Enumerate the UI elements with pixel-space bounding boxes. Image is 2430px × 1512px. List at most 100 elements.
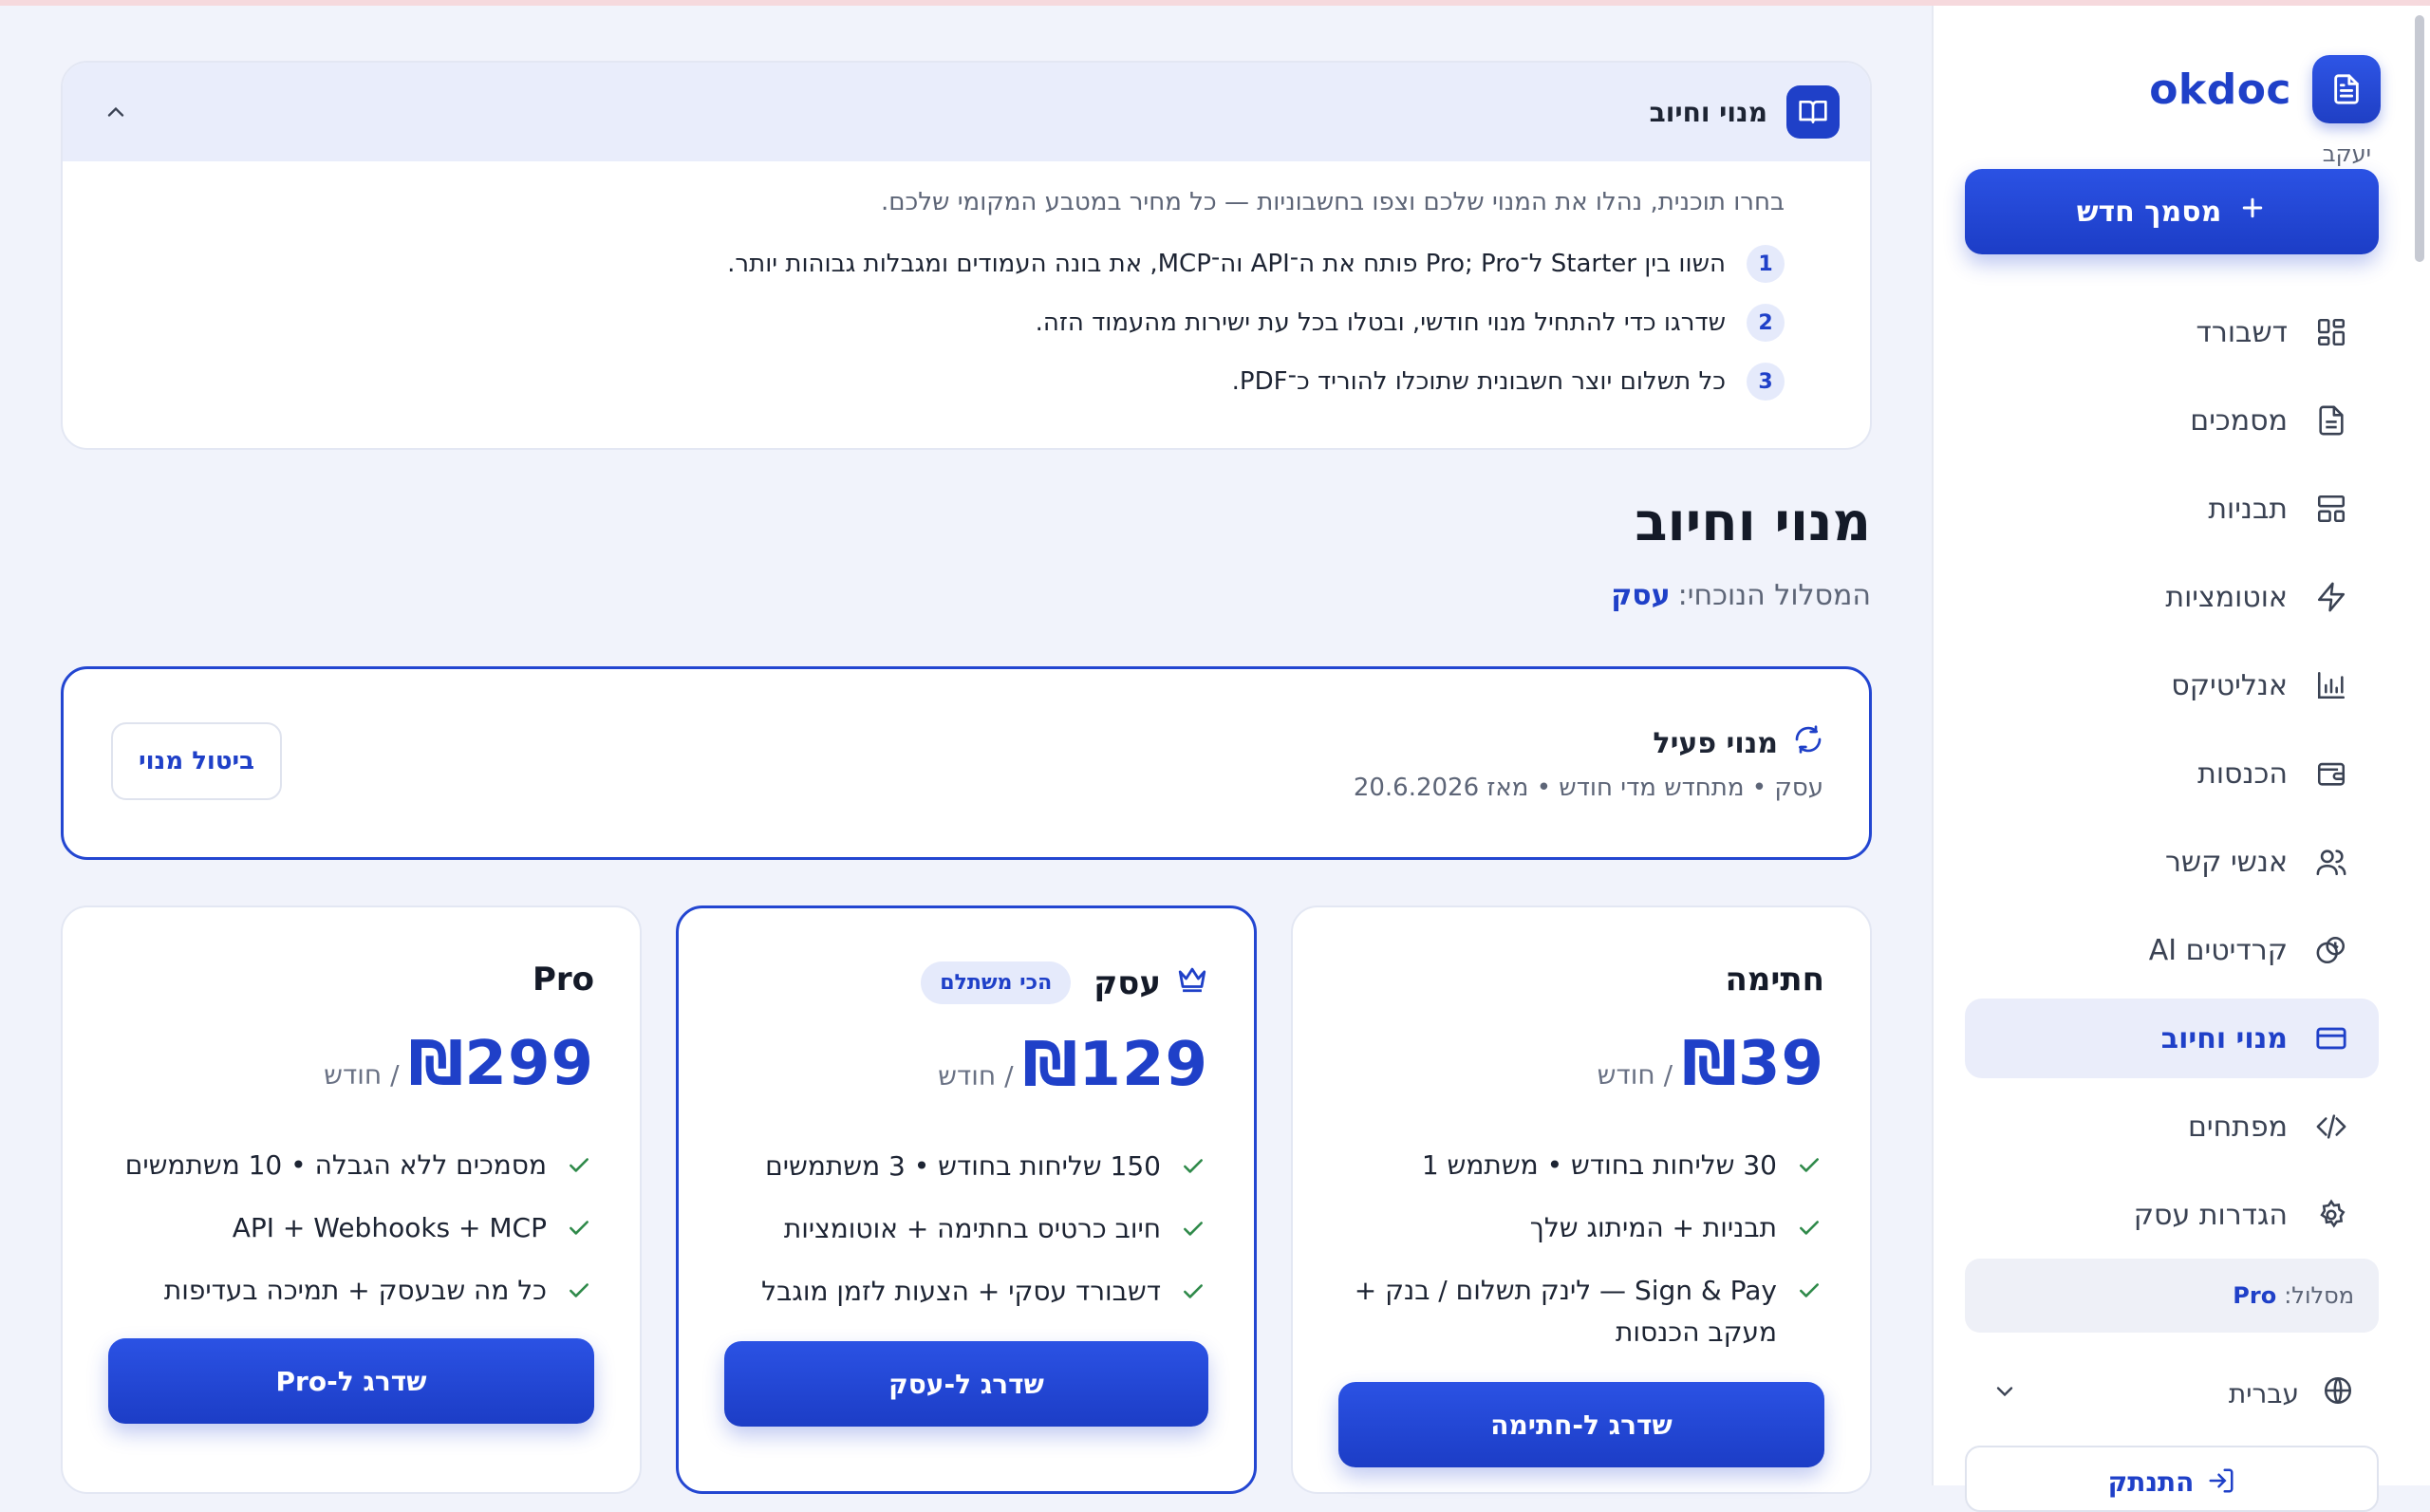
check-icon [564, 1145, 594, 1186]
cancel-subscription-button[interactable]: ביטול מנוי [111, 722, 282, 800]
upgrade-button-pro[interactable]: שדרג ל-Pro [108, 1338, 594, 1424]
plan-name: חתימה [1725, 961, 1824, 999]
brand[interactable]: okdoc [2149, 55, 2381, 123]
plan-name: עסק הכי משתלם [921, 961, 1208, 1004]
help-step: 3 כל תשלום יוצר חשבונית שתוכלו להוריד כ־… [101, 363, 1785, 401]
book-icon [1786, 85, 1840, 139]
document-logo-icon [2312, 55, 2381, 123]
help-panel-title: מנוי וחיוב [1649, 96, 1767, 128]
sidebar-item-templates[interactable]: תבניות [1965, 469, 2379, 549]
subscription-title-text: מנוי פעיל [1653, 726, 1778, 760]
sidebar-item-label: מנוי וחיוב [2160, 1021, 2288, 1055]
step-number: 1 [1747, 245, 1785, 283]
feature-item: 30 שליחות בחודש • משתמש 1 [1331, 1145, 1824, 1186]
sidebar-scrollbar[interactable] [2415, 15, 2424, 262]
feature-text: מסמכים ללא הגבלה • 10 משתמשים [124, 1149, 547, 1181]
chevron-up-icon[interactable] [93, 89, 139, 135]
feature-item: 150 שליחות בחודש • 3 משתמשים [717, 1146, 1208, 1187]
sidebar-item-ai-credits[interactable]: קרדיטים AI [1965, 910, 2379, 990]
sidebar-item-dashboard[interactable]: דשבורד [1965, 292, 2379, 372]
document-icon [2312, 401, 2350, 439]
feature-text: דשבורד עסקי + הצעות לזמן מוגבל [761, 1276, 1161, 1307]
help-step: 1 השוו בין Starter ל־Pro; Pro פותח את ה־… [101, 245, 1785, 283]
feature-item: API + Webhooks + MCP [101, 1207, 594, 1249]
help-panel-body: בחרו תוכנית, נהלו את המנוי שלכם וצפו בחש… [63, 161, 1870, 401]
step-number: 2 [1747, 304, 1785, 342]
upgrade-button-signature[interactable]: שדרג ל-חתימה [1338, 1382, 1824, 1467]
new-document-button[interactable]: מסמך חדש [1965, 169, 2379, 254]
upgrade-button-business[interactable]: שדרג ל-עסק [724, 1341, 1208, 1427]
logout-label: התנתק [2107, 1466, 2195, 1498]
wallet-icon [2312, 755, 2350, 793]
feature-list: מסמכים ללא הגבלה • 10 משתמשים API + Webh… [101, 1145, 594, 1333]
check-icon [564, 1207, 594, 1249]
feature-list: 30 שליחות בחודש • משתמש 1 תבניות + המיתו… [1331, 1145, 1824, 1374]
feature-item: כל מה שבעסק + תמיכה בעדיפות [101, 1270, 594, 1312]
sidebar-nav: דשבורד מסמכים תבניות אוטומציות אנליטיקס … [1965, 292, 2379, 1263]
code-icon [2312, 1108, 2350, 1146]
price-period: / חודש [1597, 1059, 1673, 1091]
help-step: 2 שדרגו כדי להתחיל מנוי חודשי, ובטלו בכל… [101, 304, 1785, 342]
language-label: עברית [2228, 1377, 2299, 1409]
plan-name-text: Pro [532, 961, 594, 999]
plan-pill-label: מסלול: [2284, 1282, 2354, 1309]
logout-icon [2207, 1466, 2235, 1502]
plan-card-pro: Pro ₪299 / חודש מסמכים ללא הגבלה • 10 מש… [61, 905, 642, 1494]
step-text: כל תשלום יוצר חשבונית שתוכלו להוריד כ־PD… [1231, 367, 1726, 396]
help-lead-text: בחרו תוכנית, נהלו את המנוי שלכם וצפו בחש… [880, 188, 1785, 216]
plan-name-text: עסק [1094, 963, 1161, 1002]
current-plan-label: המסלול הנוכחי: [1677, 579, 1871, 612]
subscription-title: מנוי פעיל [1653, 724, 1823, 762]
feature-item: Sign & Pay — לינק תשלום / בנק + מעקב הכנ… [1331, 1270, 1824, 1353]
sidebar-item-billing[interactable]: מנוי וחיוב [1965, 999, 2379, 1078]
sidebar: okdoc יעקב מסמך חדש דשבורד מסמכים תבניות [1932, 6, 2430, 1512]
sidebar-item-label: אנליטיקס [2171, 668, 2288, 702]
dashboard-icon [2312, 313, 2350, 351]
check-icon [1178, 1146, 1208, 1187]
sidebar-item-label: אוטומציות [2165, 580, 2288, 614]
check-icon [1794, 1145, 1824, 1186]
check-icon [564, 1270, 594, 1312]
check-icon [1178, 1208, 1208, 1250]
logout-button[interactable]: התנתק [1965, 1446, 2379, 1512]
card-icon [2312, 1019, 2350, 1057]
feature-text: API + Webhooks + MCP [232, 1212, 547, 1243]
feature-item: תבניות + המיתוג שלך [1331, 1207, 1824, 1249]
feature-text: כל מה שבעסק + תמיכה בעדיפות [163, 1275, 547, 1306]
help-panel: מנוי וחיוב בחרו תוכנית, נהלו את המנוי של… [61, 61, 1872, 450]
plan-pill-value: Pro [2233, 1282, 2277, 1309]
sidebar-item-business-settings[interactable]: הגדרות עסק [1965, 1175, 2379, 1255]
plan-card-signature: חתימה ₪39 / חודש 30 שליחות בחודש • משתמש… [1291, 905, 1872, 1494]
feature-text: 30 שליחות בחודש • משתמש 1 [1421, 1149, 1777, 1181]
subscription-meta: עסק • מתחדש מדי חודש • מאז 20.6.2026 [1353, 774, 1823, 802]
current-plan-value: עסק [1611, 579, 1671, 612]
price-value: ₪299 [408, 1029, 594, 1099]
sidebar-item-analytics[interactable]: אנליטיקס [1965, 645, 2379, 725]
feature-item: חיוב כרטיס בחתימה + אוטומציות [717, 1208, 1208, 1250]
gear-icon [2312, 1196, 2350, 1234]
page-title: מנוי וחיוב [1635, 492, 1871, 553]
help-panel-header[interactable]: מנוי וחיוב [63, 63, 1870, 161]
feature-text: חיוב כרטיס בחתימה + אוטומציות [783, 1213, 1161, 1244]
sidebar-item-label: הגדרות עסק [2133, 1198, 2288, 1232]
templates-icon [2312, 490, 2350, 528]
price-value: ₪129 [1022, 1030, 1208, 1100]
sidebar-item-developers[interactable]: מפתחים [1965, 1087, 2379, 1167]
current-plan-line: המסלול הנוכחי: עסק [1611, 579, 1871, 612]
sidebar-item-label: תבניות [2208, 492, 2288, 526]
sidebar-item-contacts[interactable]: אנשי קשר [1965, 822, 2379, 902]
app-root: okdoc יעקב מסמך חדש דשבורד מסמכים תבניות [0, 6, 2430, 1512]
crown-icon [1176, 962, 1208, 1003]
check-icon [1794, 1270, 1824, 1312]
sidebar-item-documents[interactable]: מסמכים [1965, 381, 2379, 460]
step-number: 3 [1747, 363, 1785, 401]
sidebar-item-revenue[interactable]: הכנסות [1965, 734, 2379, 813]
check-icon [1178, 1271, 1208, 1313]
price-period: / חודש [938, 1060, 1014, 1092]
language-selector[interactable]: עברית [1965, 1363, 2379, 1424]
sidebar-item-automations[interactable]: אוטומציות [1965, 557, 2379, 637]
step-text: שדרגו כדי להתחיל מנוי חודשי, ובטלו בכל ע… [1035, 308, 1726, 337]
feature-list: 150 שליחות בחודש • 3 משתמשים חיוב כרטיס … [717, 1146, 1208, 1334]
brand-name: okdoc [2149, 65, 2291, 114]
price-value: ₪39 [1682, 1029, 1824, 1099]
